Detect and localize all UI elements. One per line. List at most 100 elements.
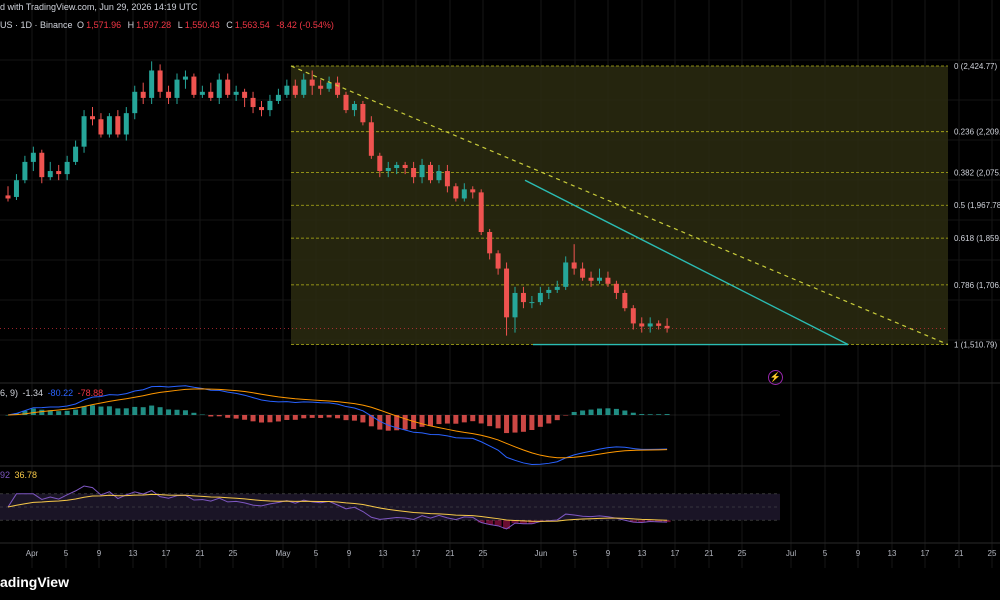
x-tick-label: 17 <box>162 549 171 558</box>
candle-body <box>216 79 222 98</box>
price-chart[interactable]: 0 (2,424.77) 0.236 (2,209.… 0.382 (2,075.…… <box>0 0 1000 600</box>
x-tick-label: Jul <box>786 549 796 558</box>
candle-body <box>309 79 315 86</box>
candle-body <box>588 277 594 281</box>
macd-histogram-bar <box>495 415 501 429</box>
candle-body <box>605 277 611 284</box>
candle-body <box>292 85 298 95</box>
candle-body <box>73 146 79 162</box>
candle-body <box>419 164 425 178</box>
x-tick-label: Apr <box>26 549 39 558</box>
macd-histogram-bar <box>639 414 645 415</box>
candle-body <box>368 122 374 156</box>
x-tick-label: 21 <box>196 549 205 558</box>
candle-body <box>520 292 526 303</box>
macd-histogram-bar <box>259 415 264 423</box>
rsi-legend[interactable]: 92 36.78 <box>0 470 39 480</box>
macd-histogram-bar <box>520 415 526 432</box>
macd-histogram-bar <box>292 415 298 420</box>
macd-histogram-bar <box>588 409 594 415</box>
fib-level-label: 0.236 (2,209.… <box>954 128 1000 137</box>
candle-body <box>259 107 264 111</box>
macd-histogram-bar <box>242 415 248 420</box>
macd-histogram-bar <box>428 415 433 427</box>
macd-histogram-bar <box>225 415 231 418</box>
candle-body <box>106 116 112 135</box>
x-tick-label: May <box>275 549 290 558</box>
candle-body <box>546 289 552 293</box>
macd-histogram-bar <box>115 408 121 415</box>
macd-value: -80.22 <box>47 388 74 398</box>
candle-body <box>554 286 560 290</box>
candle-body <box>343 94 349 111</box>
x-tick-label: 21 <box>955 549 964 558</box>
candle-body <box>166 91 172 98</box>
rsi-value: 36.78 <box>14 470 38 480</box>
candle-body <box>191 76 197 95</box>
candle-body <box>47 171 53 178</box>
macd-histogram-bar <box>360 415 366 423</box>
candle-body <box>351 104 357 111</box>
macd-histogram-bar <box>453 415 459 424</box>
candle-body <box>402 164 408 168</box>
macd-legend[interactable]: 6, 9) -1.34 -80.22 -78.88 <box>0 388 105 398</box>
candle-body <box>537 292 543 303</box>
macd-histogram-bar <box>132 406 138 415</box>
candle-body <box>5 195 11 199</box>
macd-histogram-bar <box>487 415 493 427</box>
x-tick-label: 17 <box>671 549 680 558</box>
candle-body <box>199 91 205 95</box>
macd-histogram-bar <box>664 414 670 415</box>
macd-histogram-bar <box>64 410 70 415</box>
macd-histogram-bar <box>275 415 281 422</box>
macd-histogram-bar <box>385 415 391 431</box>
ohlc-high: H 1,597.28 <box>127 20 172 30</box>
macd-histogram-bar <box>199 414 205 416</box>
candle-body <box>495 253 501 269</box>
candle-body <box>157 70 163 92</box>
candle-body <box>250 97 256 108</box>
signal-value: -78.88 <box>77 388 104 398</box>
candle-body <box>613 283 619 293</box>
candle-body <box>98 119 104 135</box>
macd-histogram-bar <box>419 415 425 427</box>
candle-body <box>360 104 366 123</box>
macd-histogram-bar <box>622 410 628 415</box>
x-tick-label: 13 <box>888 549 897 558</box>
x-tick-label: 21 <box>446 549 455 558</box>
x-tick-label: 5 <box>314 549 319 558</box>
macd-histogram-bar <box>233 415 239 419</box>
candle-body <box>647 323 653 327</box>
x-tick-label: 13 <box>638 549 647 558</box>
macd-histogram-bar <box>123 408 129 415</box>
candle-body <box>115 116 121 135</box>
macd-histogram-bar <box>106 406 112 415</box>
macd-histogram-bar <box>571 411 577 415</box>
candle-body <box>411 168 417 178</box>
x-tick-label: 25 <box>988 549 997 558</box>
candle-body <box>30 152 36 162</box>
candle-body <box>132 91 138 114</box>
macd-histogram-bar <box>98 406 104 415</box>
macd-histogram-bar <box>56 411 62 415</box>
candle-body <box>580 268 586 278</box>
candle-body <box>377 155 383 172</box>
candle-body <box>90 116 95 120</box>
x-tick-label: 25 <box>479 549 488 558</box>
fib-level-label: 0.618 (1,859.… <box>954 234 1000 243</box>
fib-level-label: 0.786 (1,706.… <box>954 281 1000 290</box>
symbol-header[interactable]: US · 1D · Binance O 1,571.96 H 1,597.28 L1… <box>0 20 336 30</box>
candle-body <box>13 180 19 197</box>
macd-histogram-bar <box>436 415 442 425</box>
ohlc-low: L 1,550.43 <box>177 20 220 30</box>
macd-histogram-bar <box>208 415 214 417</box>
symbol-label: US · 1D · Binance <box>0 20 73 30</box>
lightning-icon[interactable]: ⚡ <box>768 370 783 385</box>
header-line1: d with TradingView.com, Jun 29, 2026 14:… <box>0 2 198 12</box>
candle-body <box>622 292 628 309</box>
macd-histogram-bar <box>182 410 188 415</box>
macd-histogram-bar <box>554 415 560 421</box>
candle-body <box>487 232 493 254</box>
macd-histogram-bar <box>656 414 662 415</box>
macd-histogram-bar <box>157 407 163 415</box>
